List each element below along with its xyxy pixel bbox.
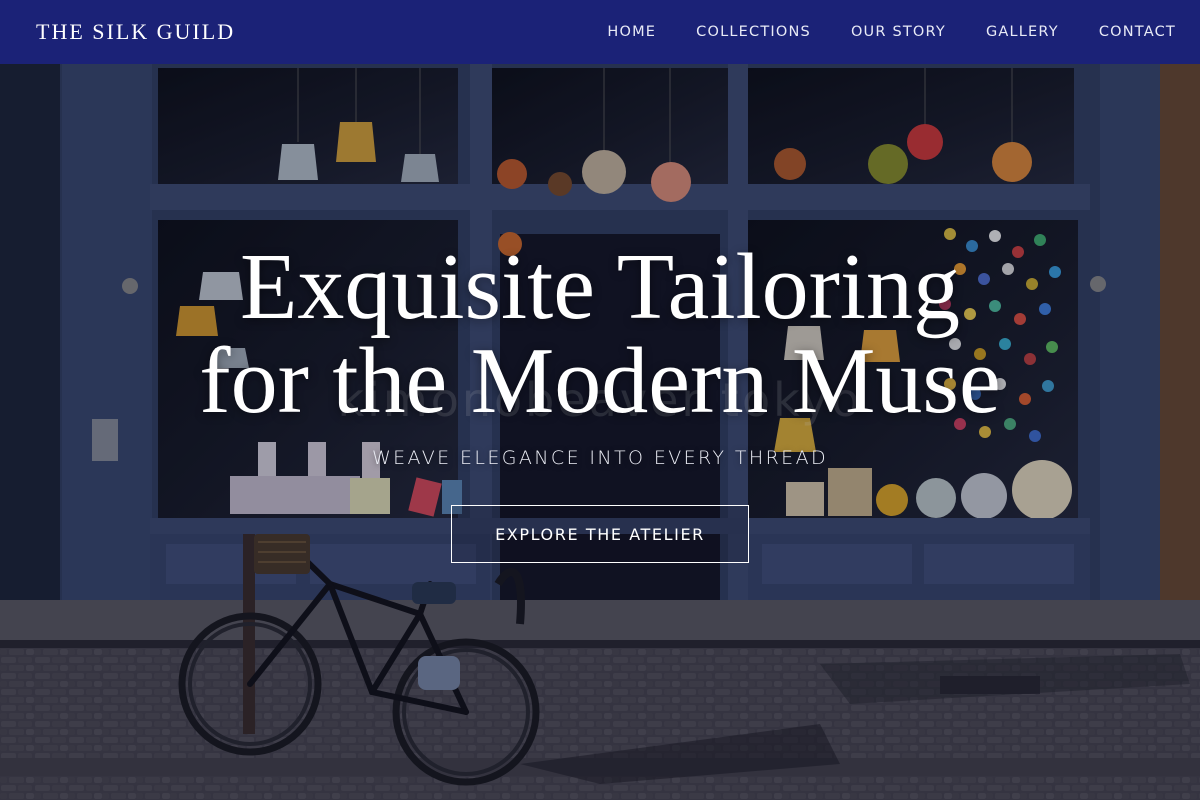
hero-title-line-1: Exquisite Tailoring	[239, 235, 961, 339]
nav-gallery[interactable]: GALLERY	[986, 24, 1059, 40]
hero-subtitle: WEAVE ELEGANCE INTO EVERY THREAD	[371, 447, 829, 469]
main-nav: HOME COLLECTIONS OUR STORY GALLERY CONTA…	[567, 24, 1176, 40]
hero-title-line-2: for the Modern Muse	[199, 329, 1001, 433]
nav-contact[interactable]: CONTACT	[1099, 24, 1176, 40]
hero-title: Exquisite Tailoring for the Modern Muse	[0, 240, 1200, 428]
site-header: THE SILK GUILD HOME COLLECTIONS OUR STOR…	[0, 0, 1200, 64]
hero-section: kimonobeaver tokyo Exquisite Tailoring f…	[0, 64, 1200, 800]
hero-content: Exquisite Tailoring for the Modern Muse …	[0, 64, 1200, 800]
nav-our-story[interactable]: OUR STORY	[851, 24, 946, 40]
nav-home[interactable]: HOME	[607, 24, 656, 40]
explore-atelier-button[interactable]: EXPLORE THE ATELIER	[451, 505, 749, 563]
nav-collections[interactable]: COLLECTIONS	[696, 24, 811, 40]
brand-logo[interactable]: THE SILK GUILD	[36, 19, 235, 45]
